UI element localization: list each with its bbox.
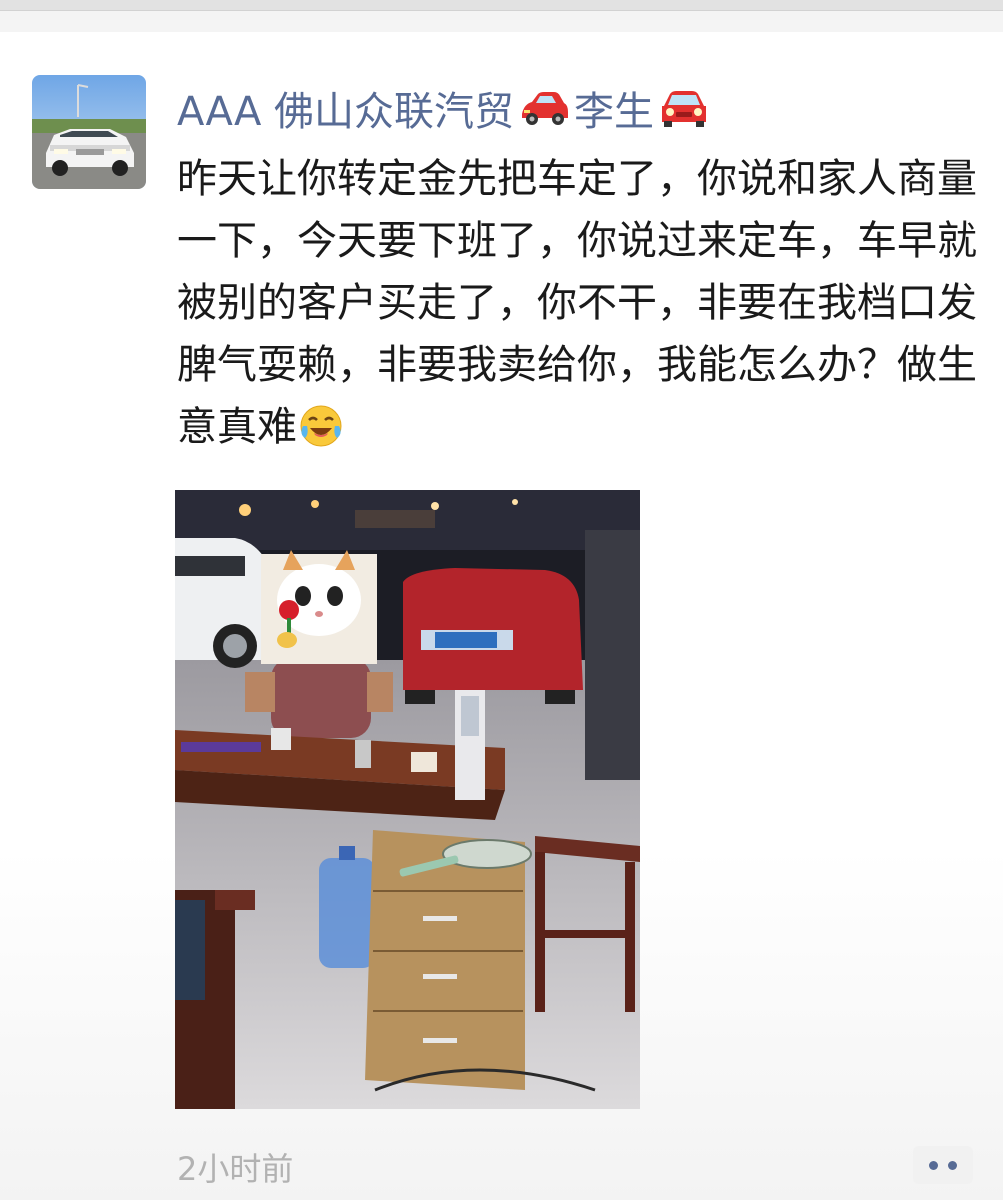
post-timestamp: 2小时前 (177, 1150, 294, 1188)
poster-name-suffix: 李生 (574, 89, 655, 135)
avatar-image (32, 75, 146, 189)
post-text: 昨天让你转定金先把车定了，你说和家人商量一下，今天要下班了，你说过来定车，车早就… (177, 148, 989, 458)
more-dots-icon (948, 1160, 957, 1170)
more-actions-button[interactable] (913, 1146, 973, 1184)
poster-avatar[interactable] (32, 75, 146, 189)
red-car-emoji (518, 88, 570, 128)
post-photo[interactable] (175, 490, 640, 1109)
top-status-strip (0, 0, 1003, 11)
showroom-photo-image (175, 490, 640, 1109)
post-text-body: 昨天让你转定金先把车定了，你说和家人商量一下，今天要下班了，你说过来定车，车早就… (177, 156, 977, 450)
moments-post: AAA 佛山众联汽贸 李生 昨天让你转定金先把车定了，你说和家人商量一下，今天要… (0, 32, 1003, 1200)
car-front-emoji (658, 88, 710, 128)
more-dots-icon (929, 1160, 938, 1170)
poster-name-prefix: AAA 佛山众联汽贸 (177, 89, 515, 135)
poster-name[interactable]: AAA 佛山众联汽贸 李生 (177, 78, 714, 138)
laughing-crying-emoji (299, 404, 343, 448)
